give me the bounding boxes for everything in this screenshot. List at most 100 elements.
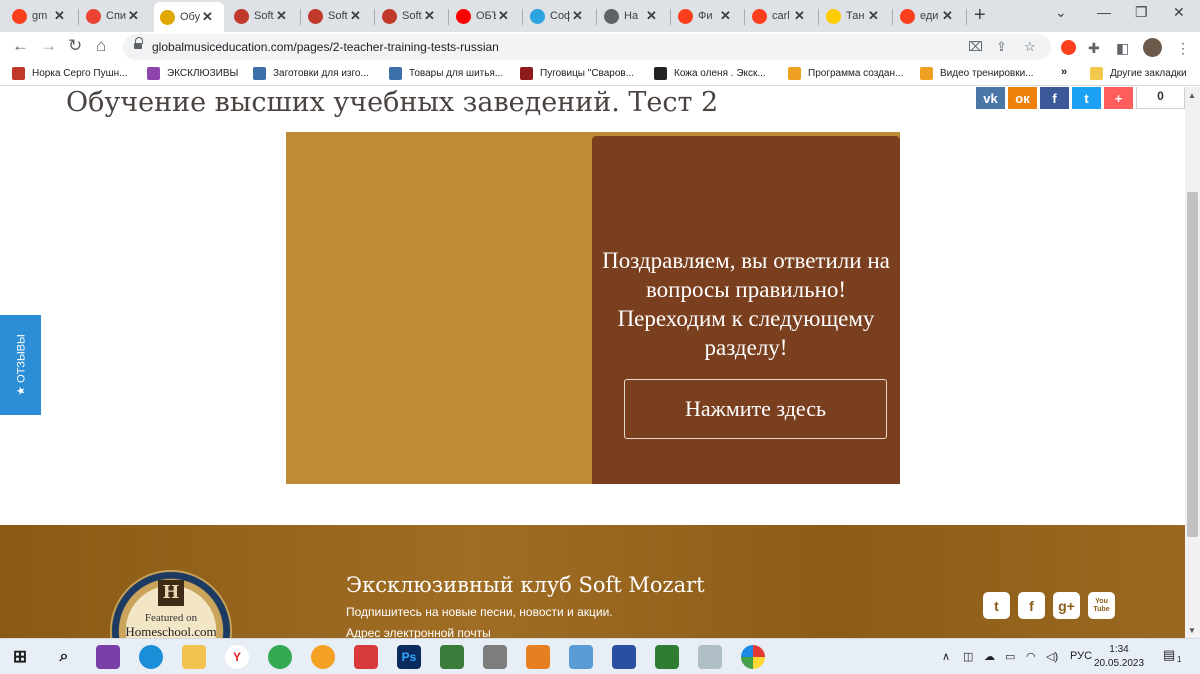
bookmark-item[interactable]: Пуговицы "Сваров... (520, 67, 634, 80)
address-bar[interactable]: globalmusiceducation.com/pages/2-teacher… (123, 34, 1051, 60)
close-icon[interactable]: ✕ (868, 8, 879, 24)
share-vk-button[interactable]: vk (976, 87, 1005, 109)
close-icon[interactable]: ✕ (572, 8, 583, 24)
extensions-puzzle-icon[interactable]: ✚ (1088, 38, 1100, 58)
browser-tab[interactable]: Soft ✕ (228, 4, 298, 28)
close-icon[interactable]: ✕ (54, 8, 65, 24)
app-icon-10[interactable] (741, 645, 765, 669)
file-explorer-icon[interactable] (182, 645, 206, 669)
yandex-browser-icon[interactable]: Y (225, 645, 249, 669)
app-icon-9[interactable] (698, 645, 722, 669)
bookmark-item[interactable]: Норка Серго Пушн... (12, 67, 127, 80)
tray-app-icon[interactable]: ◫ (963, 650, 973, 663)
browser-tab[interactable]: еди ✕ (894, 4, 964, 28)
notifications-icon[interactable]: ▤ (1163, 647, 1175, 663)
app-icon-2[interactable] (354, 645, 378, 669)
new-tab-button[interactable]: + (974, 4, 986, 26)
browser-tab[interactable]: Обу ✕ (154, 2, 224, 32)
twitter-icon[interactable]: t (983, 592, 1010, 619)
close-icon[interactable]: ✕ (128, 8, 139, 24)
forward-arrow-icon[interactable]: → (40, 36, 57, 56)
menu-kebab-icon[interactable]: ⋮ (1176, 38, 1190, 58)
page-scrollbar[interactable]: ▲ ▼ (1185, 87, 1200, 638)
share-plus-button[interactable]: + (1104, 87, 1133, 109)
homeschool-badge[interactable]: H Featured on Homeschool.com (110, 570, 232, 638)
other-bookmarks-folder[interactable]: Другие закладки (1090, 67, 1187, 80)
youtube-icon[interactable]: You Tube (1088, 592, 1115, 619)
close-icon[interactable]: ✕ (276, 8, 287, 24)
browser-tab[interactable]: Soft ✕ (302, 4, 372, 28)
browser-tab[interactable]: Фи ✕ (672, 4, 742, 28)
close-icon[interactable]: ✕ (424, 8, 435, 24)
minimize-button[interactable]: — (1097, 4, 1111, 20)
scroll-up-arrow-icon[interactable]: ▲ (1188, 91, 1196, 100)
reload-icon[interactable]: ↻ (68, 36, 82, 56)
bookmark-item[interactable]: Видео тренировки... (920, 67, 1034, 80)
feedback-tab[interactable]: ★ ОТЗЫВЫ (0, 315, 41, 415)
search-app-icon[interactable] (311, 645, 335, 669)
bookmark-item[interactable]: Товары для шитья... (389, 67, 503, 80)
app-icon-7[interactable] (612, 645, 636, 669)
language-indicator[interactable]: РУС (1070, 650, 1092, 662)
volume-icon[interactable]: ◁) (1046, 650, 1058, 663)
facebook-icon[interactable]: f (1018, 592, 1045, 619)
more-bookmarks-button[interactable]: » (1061, 66, 1067, 78)
scrollbar-thumb[interactable] (1187, 192, 1198, 537)
clock[interactable]: 1:34 20.05.2023 (1094, 643, 1144, 671)
lock-icon[interactable] (134, 37, 143, 50)
battery-icon[interactable]: ▭ (1005, 650, 1015, 663)
tray-chevron-icon[interactable]: ∧ (942, 650, 950, 663)
translate-icon[interactable]: ⌧ (968, 39, 983, 55)
cloud-icon[interactable]: ☁ (984, 650, 995, 663)
url-text[interactable]: globalmusiceducation.com/pages/2-teacher… (152, 40, 499, 54)
wifi-icon[interactable]: ◠ (1026, 650, 1036, 663)
app-icon-4[interactable] (483, 645, 507, 669)
browser-tab[interactable]: Тан ✕ (820, 4, 890, 28)
share-twitter-button[interactable]: t (1072, 87, 1101, 109)
app-icon-3[interactable] (440, 645, 464, 669)
app-icon-1[interactable] (96, 645, 120, 669)
bookmark-item[interactable]: Заготовки для изго... (253, 67, 369, 80)
close-icon[interactable]: ✕ (720, 8, 731, 24)
browser-tab[interactable]: gm ✕ (6, 4, 76, 28)
share-odnoklassniki-button[interactable]: ок (1008, 87, 1037, 109)
browser-tab[interactable]: carl ✕ (746, 4, 816, 28)
browser-tab[interactable]: На ✕ (598, 4, 668, 28)
close-icon[interactable]: ✕ (498, 8, 509, 24)
share-icon[interactable]: ⇪ (996, 39, 1007, 55)
bookmark-label: Видео тренировки... (940, 68, 1034, 79)
scroll-down-arrow-icon[interactable]: ▼ (1188, 626, 1196, 635)
close-icon[interactable]: ✕ (794, 8, 805, 24)
bookmark-star-icon[interactable]: ☆ (1024, 39, 1036, 55)
close-icon[interactable]: ✕ (942, 8, 953, 24)
bookmark-item[interactable]: Кожа оленя . Экск... (654, 67, 766, 80)
home-icon[interactable]: ⌂ (96, 36, 106, 56)
chevron-down-icon[interactable]: ⌄ (1055, 4, 1067, 21)
photoshop-icon[interactable]: Ps (397, 645, 421, 669)
back-arrow-icon[interactable]: ← (12, 36, 29, 56)
close-icon[interactable]: ✕ (202, 9, 213, 25)
maximize-button[interactable]: ❐ (1135, 4, 1148, 21)
browser-tab[interactable]: Спи ✕ (80, 4, 150, 28)
sidebar-icon[interactable]: ◧ (1116, 38, 1129, 58)
close-window-button[interactable]: ✕ (1173, 4, 1185, 21)
app-icon-5[interactable] (526, 645, 550, 669)
next-section-button[interactable]: Нажмите здесь (624, 379, 887, 439)
windows-start-icon[interactable]: ⊞ (8, 645, 32, 669)
chrome-icon[interactable] (268, 645, 292, 669)
edge-icon[interactable] (139, 645, 163, 669)
app-icon-8[interactable] (655, 645, 679, 669)
bookmark-item[interactable]: Программа создан... (788, 67, 903, 80)
profile-avatar[interactable] (1143, 38, 1162, 57)
app-icon-6[interactable] (569, 645, 593, 669)
close-icon[interactable]: ✕ (350, 8, 361, 24)
browser-tab[interactable]: ОБЪ ✕ (450, 4, 520, 28)
browser-tab[interactable]: Soft ✕ (376, 4, 446, 28)
browser-tab[interactable]: Соф ✕ (524, 4, 594, 28)
search-icon[interactable]: ⌕ (52, 645, 76, 669)
bookmark-item[interactable]: ЭКСКЛЮЗИВЫ (147, 67, 238, 80)
share-facebook-button[interactable]: f (1040, 87, 1069, 109)
google-plus-icon[interactable]: g+ (1053, 592, 1080, 619)
close-icon[interactable]: ✕ (646, 8, 657, 24)
yandex-extension-icon[interactable] (1061, 40, 1076, 55)
